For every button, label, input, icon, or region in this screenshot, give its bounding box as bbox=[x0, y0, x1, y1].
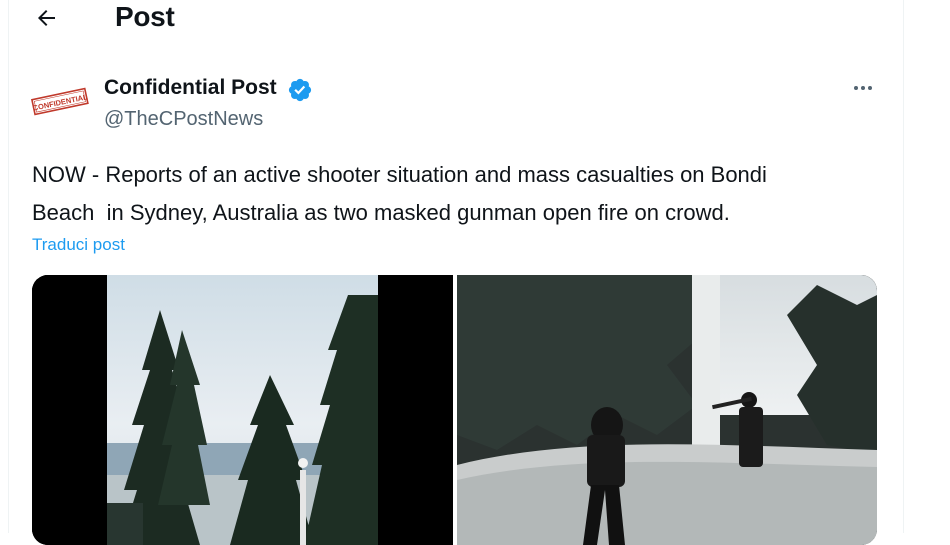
right-gutter bbox=[904, 0, 950, 533]
more-horizontal-icon bbox=[854, 86, 872, 90]
avatar[interactable]: CONFIDENTIAL bbox=[28, 78, 92, 126]
media-grid bbox=[32, 275, 877, 545]
photo-gunmen-bridge[interactable] bbox=[457, 275, 877, 545]
back-button[interactable] bbox=[31, 2, 63, 34]
tweet-text: NOW - Reports of an active shooter situa… bbox=[32, 162, 767, 225]
video-frame-trees[interactable] bbox=[32, 275, 453, 545]
timeline-border-left bbox=[8, 0, 9, 533]
post-header: Post bbox=[9, 0, 903, 44]
more-button[interactable] bbox=[846, 76, 880, 100]
author-name[interactable]: Confidential Post bbox=[104, 75, 277, 101]
author-handle[interactable]: @TheCPostNews bbox=[104, 106, 263, 132]
confidential-stamp-logo: CONFIDENTIAL bbox=[30, 87, 89, 116]
verified-badge-icon bbox=[287, 77, 313, 103]
translate-post-link[interactable]: Traduci post bbox=[32, 234, 125, 256]
arrow-left-icon bbox=[38, 10, 55, 26]
page-title: Post bbox=[115, 1, 175, 32]
